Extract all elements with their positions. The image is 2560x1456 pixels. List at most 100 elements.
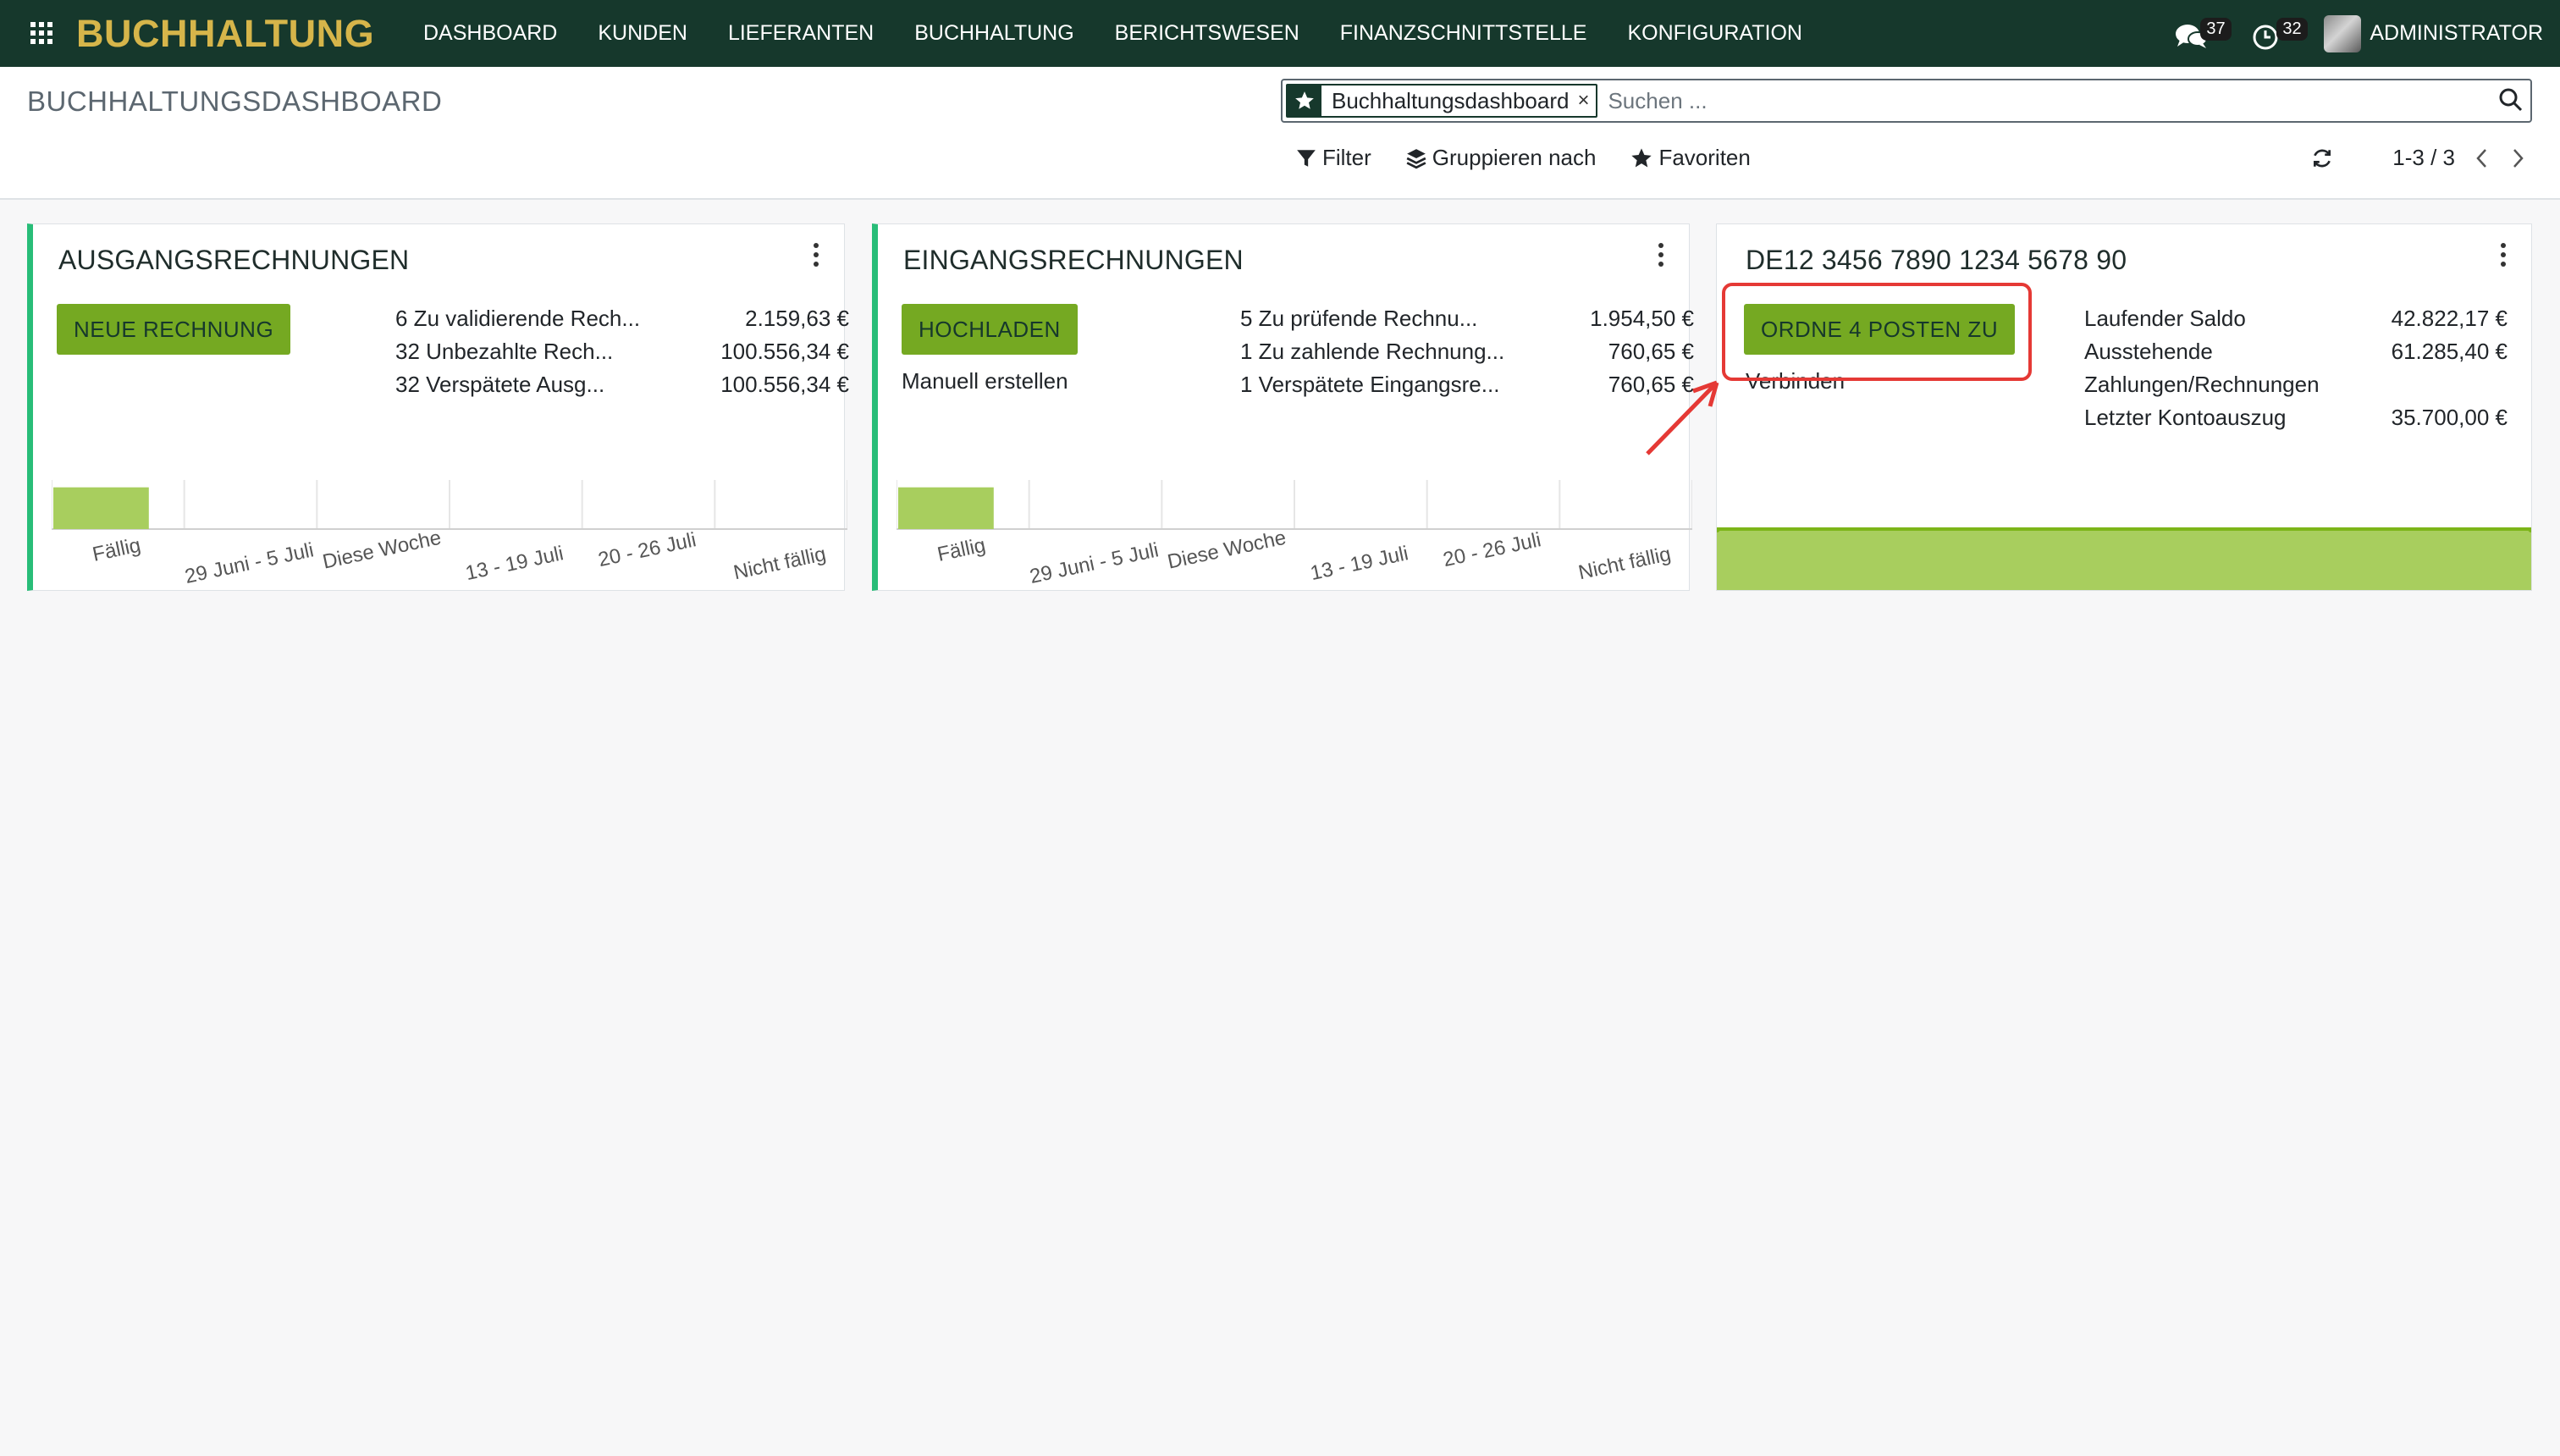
x-tick-label: Diese Woche (321, 527, 444, 574)
stat-value: 100.556,34 € (720, 339, 849, 364)
star-icon (1631, 147, 1652, 167)
menu-kunden[interactable]: KUNDEN (598, 21, 687, 46)
stat-value: 35.700,00 € (2391, 405, 2508, 430)
user-name: ADMINISTRATOR (2370, 21, 2543, 45)
messages-tray[interactable]: 37 (2171, 13, 2232, 55)
x-tick-label: Nicht fällig (1576, 543, 1673, 584)
main-menu: DASHBOARD KUNDEN LIEFERANTEN BUCHHALTUNG… (423, 0, 1843, 67)
chart-bar (898, 487, 994, 529)
x-tick-label: 20 - 26 Juli (596, 528, 698, 571)
search-options: Filter Gruppieren nach Favoriten (1295, 145, 1785, 171)
stat-label: 32 Unbezahlte Rech... (395, 339, 614, 364)
card-bank-account: DE12 3456 7890 1234 5678 90 ORDNE 4 POST… (1716, 223, 2532, 591)
stat-row[interactable]: 1 Verspätete Eingangsre... 760,65 € (1240, 372, 1694, 405)
card-stats: 6 Zu validierende Rech... 2.159,63 € 32 U… (395, 306, 849, 405)
filter-label: Filter (1322, 145, 1371, 170)
stat-value: 100.556,34 € (720, 372, 849, 397)
stat-value: 1.954,50 € (1590, 306, 1694, 331)
activities-count-badge: 32 (2276, 17, 2308, 41)
search-input[interactable] (1608, 87, 2455, 114)
stat-label: 1 Verspätete Eingangsre... (1240, 372, 1500, 397)
card-title[interactable]: DE12 3456 7890 1234 5678 90 (1746, 245, 2127, 276)
kebab-menu-icon[interactable] (1658, 243, 1665, 267)
filter-button[interactable]: Filter (1295, 145, 1371, 171)
upload-button[interactable]: HOCHLADEN (902, 304, 1078, 355)
refresh-icon[interactable] (2311, 147, 2333, 169)
x-tick-label: Nicht fällig (731, 543, 828, 584)
stat-row[interactable]: Ausstehende 61.285,40 € (2084, 339, 2508, 372)
activities-tray[interactable]: 32 (2248, 13, 2308, 55)
stat-row[interactable]: Letzter Kontoauszug 35.700,00 € (2084, 405, 2508, 438)
chevron-right-icon[interactable] (2509, 147, 2526, 169)
menu-lieferanten[interactable]: LIEFERANTEN (728, 21, 874, 46)
due-bar-chart[interactable]: Fällig 29 Juni - 5 Juli Diese Woche 13 - 19… (52, 455, 847, 590)
stat-label: 6 Zu validierende Rech... (395, 306, 641, 331)
stat-label: Laufender Saldo (2084, 306, 2246, 331)
x-tick-label: 29 Juni - 5 Juli (183, 538, 316, 588)
x-tick-label: 13 - 19 Juli (464, 542, 566, 585)
groupby-button[interactable]: Gruppieren nach (1405, 145, 1597, 171)
app-brand[interactable]: BUCHHALTUNG (76, 12, 374, 56)
card-stats: Laufender Saldo 42.822,17 € Ausstehende 61… (2084, 306, 2508, 438)
stat-row[interactable]: 32 Verspätete Ausg... 100.556,34 € (395, 372, 849, 405)
stat-label: 32 Verspätete Ausg... (395, 372, 605, 397)
x-tick-label: Diese Woche (1166, 527, 1288, 574)
x-tick-label: 13 - 19 Juli (1309, 542, 1410, 585)
menu-buchhaltung[interactable]: BUCHHALTUNG (914, 21, 1073, 46)
search-facet: Buchhaltungsdashboard × (1286, 84, 1598, 118)
filter-icon (1297, 149, 1316, 167)
annotation-arrow-icon (1646, 380, 1719, 455)
menu-konfiguration[interactable]: KONFIGURATION (1627, 21, 1801, 46)
menu-dashboard[interactable]: DASHBOARD (423, 21, 557, 46)
menu-finanzschnittstelle[interactable]: FINANZSCHNITTSTELLE (1340, 21, 1587, 46)
stat-row[interactable]: 1 Zu zahlende Rechnung... 760,65 € (1240, 339, 1694, 372)
x-tick-label: Fällig (91, 533, 143, 565)
card-title[interactable]: AUSGANGSRECHNUNGEN (58, 245, 409, 276)
page-title: BUCHHALTUNGSDASHBOARD (27, 85, 443, 117)
stat-value: 2.159,63 € (745, 306, 849, 331)
chevron-left-icon[interactable] (2474, 147, 2491, 169)
groupby-label: Gruppieren nach (1432, 145, 1597, 170)
pager-value[interactable]: 1-3 / 3 (2392, 145, 2455, 171)
stat-label: 1 Zu zahlende Rechnung... (1240, 339, 1505, 364)
messages-count-badge: 37 (2200, 17, 2232, 41)
card-title[interactable]: EINGANGSRECHNUNGEN (903, 245, 1244, 276)
stat-row[interactable]: Laufender Saldo 42.822,17 € (2084, 306, 2508, 339)
card-stats: 5 Zu prüfende Rechnu... 1.954,50 € 1 Zu z… (1240, 306, 1694, 405)
control-panel: BUCHHALTUNGSDASHBOARD Buchhaltungsdashbo… (0, 67, 2560, 200)
new-invoice-button[interactable]: NEUE RECHNUNG (57, 304, 291, 355)
facet-remove-icon[interactable]: × (1577, 89, 1596, 113)
stat-label: Letzter Kontoauszug (2084, 405, 2287, 430)
kebab-menu-icon[interactable] (814, 243, 820, 267)
card-ausgangsrechnungen: AUSGANGSRECHNUNGEN NEUE RECHNUNG 6 Zu va… (27, 223, 849, 591)
layers-icon (1406, 148, 1426, 168)
stat-row[interactable]: Zahlungen/Rechnungen (2084, 372, 2508, 405)
facet-label: Buchhaltungsdashboard (1332, 87, 1570, 113)
stat-label: Ausstehende (2084, 339, 2213, 364)
balance-area-chart[interactable] (1717, 527, 2531, 590)
stat-row[interactable]: 6 Zu validierende Rech... 2.159,63 € (395, 306, 849, 339)
area-fill (1717, 529, 2531, 590)
highlight-annotation (1722, 283, 2032, 381)
top-navbar: BUCHHALTUNG DASHBOARD KUNDEN LIEFERANTEN… (0, 0, 2560, 67)
x-tick-label: 20 - 26 Juli (1441, 528, 1542, 571)
avatar (2324, 14, 2362, 52)
chart-bar (53, 487, 149, 529)
x-tick-label: Fällig (935, 533, 988, 565)
stat-row[interactable]: 32 Unbezahlte Rech... 100.556,34 € (395, 339, 849, 372)
user-menu[interactable]: ADMINISTRATOR (2324, 14, 2543, 52)
create-manually-link[interactable]: Manuell erstellen (902, 368, 1068, 394)
stat-label: 5 Zu prüfende Rechnu... (1240, 306, 1478, 331)
stat-value: 760,65 € (1608, 339, 1694, 364)
due-bar-chart[interactable]: Fällig 29 Juni - 5 Juli Diese Woche 13 - 19… (897, 455, 1692, 590)
search-icon[interactable] (2498, 87, 2525, 114)
stat-row[interactable]: 5 Zu prüfende Rechnu... 1.954,50 € (1240, 306, 1694, 339)
clock-icon (2253, 25, 2278, 49)
kebab-menu-icon[interactable] (2501, 243, 2508, 267)
stat-label: Zahlungen/Rechnungen (2084, 372, 2320, 397)
systray: 37 32 ADMINISTRATOR (2171, 0, 2560, 67)
apps-grid-icon[interactable] (30, 22, 52, 44)
menu-berichtswesen[interactable]: BERICHTSWESEN (1115, 21, 1299, 46)
favorites-label: Favoriten (1658, 145, 1751, 170)
favorites-button[interactable]: Favoriten (1630, 145, 1751, 171)
